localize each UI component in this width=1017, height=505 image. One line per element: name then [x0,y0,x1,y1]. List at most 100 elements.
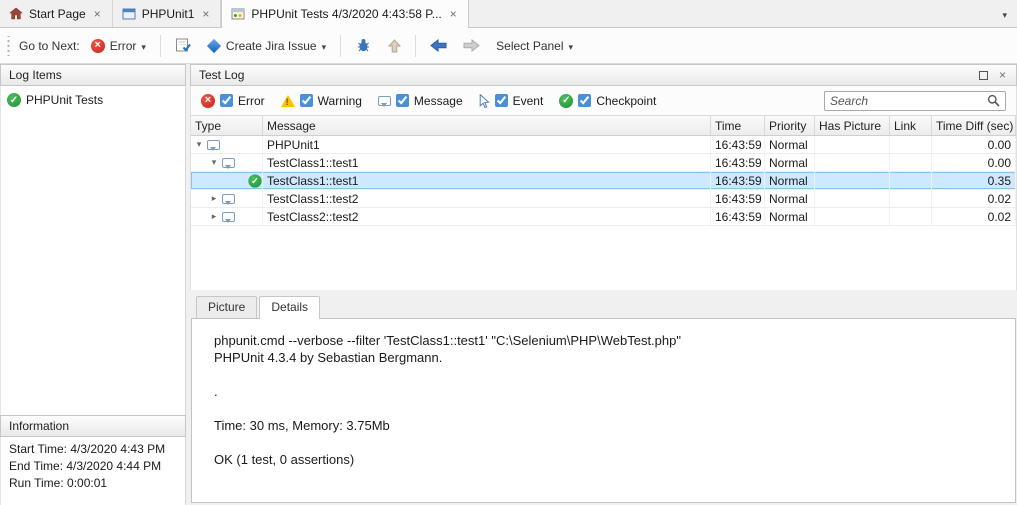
tab-picture[interactable]: Picture [196,296,257,318]
filter-message: Message [378,94,463,108]
table-row[interactable]: TestClass1::test2 16:43:59 Normal 0.02 [191,190,1016,208]
information-panel: Start Time: 4/3/2020 4:43 PM End Time: 4… [0,437,186,505]
up-arrow-icon [388,39,401,53]
close-icon[interactable] [448,7,459,21]
bug-tracking-button[interactable] [350,34,377,57]
close-icon[interactable] [200,7,211,21]
message-icon [222,194,235,204]
close-panel-icon[interactable] [997,68,1008,82]
chevron-down-icon [322,39,327,53]
next-button[interactable] [458,35,485,56]
message-checkbox[interactable] [396,94,409,107]
toolbar-separator [340,35,341,57]
table-row[interactable]: TestClass1::test1 16:43:59 Normal 0.00 [191,154,1016,172]
toolbar-separator [160,35,161,57]
table-header-row: Type Message Time Priority Has Picture L… [191,116,1016,136]
test-log-table: Type Message Time Priority Has Picture L… [190,116,1017,290]
has-picture-cell [815,172,890,189]
bug-tracking-icon [355,38,372,53]
tab-details[interactable]: Details [259,296,320,319]
tab-label: PHPUnit1 [142,7,195,21]
forward-arrow-icon [463,39,480,52]
event-checkbox[interactable] [495,94,508,107]
details-line-version: PHPUnit 4.3.4 by Sebastian Bergmann. [214,349,1005,366]
error-checkbox[interactable] [220,94,233,107]
column-header-link[interactable]: Link [890,116,932,135]
column-header-priority[interactable]: Priority [765,116,815,135]
details-line-blank [214,434,1005,451]
filter-label: Message [414,94,463,108]
tab-phpunit1[interactable]: PHPUnit1 [113,0,222,27]
time-diff-cell: 0.35 [932,172,1016,189]
message-icon [378,96,391,106]
select-panel-label: Select Panel [496,39,563,53]
report-document-icon [175,38,191,53]
collapse-expander-icon[interactable] [194,139,204,150]
table-row-selected[interactable]: TestClass1::test1 16:43:59 Normal 0.35 [191,172,1016,190]
has-picture-cell [815,190,890,207]
toolbar-grip-handle[interactable] [6,36,11,56]
details-tab-strip: Picture Details [190,293,1017,318]
expand-expander-icon[interactable] [209,193,219,204]
warning-checkbox[interactable] [300,94,313,107]
go-to-next-error-dropdown[interactable]: Error [86,35,151,57]
column-header-time-diff[interactable]: Time Diff (sec) [932,116,1016,135]
tree-item-phpunit-tests[interactable]: PHPUnit Tests [1,91,185,109]
tab-overflow-button[interactable] [992,0,1017,27]
tab-test-log[interactable]: PHPUnit Tests 4/3/2020 4:43:58 P... [221,0,468,28]
test-log-icon [231,8,245,20]
tab-start-page[interactable]: Start Page [0,0,113,27]
link-cell [890,136,932,153]
workspace: Log Items PHPUnit Tests Information Star… [0,64,1017,505]
priority-cell: Normal [765,136,815,153]
information-panel-header: Information [0,415,186,437]
go-to-next-label: Go to Next: [19,39,80,53]
filter-checkpoint: Checkpoint [559,94,656,108]
message-icon [222,158,235,168]
table-row[interactable]: PHPUnit1 16:43:59 Normal 0.00 [191,136,1016,154]
type-cell [191,208,263,225]
select-panel-dropdown[interactable]: Select Panel [491,35,578,57]
error-icon [91,39,105,53]
link-cell [890,190,932,207]
previous-button[interactable] [425,35,452,56]
test-log-title: Test Log [199,68,244,82]
end-time-text: End Time: 4/3/2020 4:44 PM [9,458,177,475]
search-icon[interactable] [987,94,1000,107]
create-jira-issue-dropdown[interactable]: Create Jira Issue [202,35,331,57]
message-icon [222,212,235,222]
collapse-expander-icon[interactable] [209,157,219,168]
undock-panel-icon[interactable] [979,71,988,80]
details-line-blank [214,366,1005,383]
error-dropdown-label: Error [110,39,137,53]
column-header-message[interactable]: Message [263,116,711,135]
checkpoint-icon [248,174,261,187]
post-issue-report-button[interactable] [170,34,196,57]
table-row[interactable]: TestClass2::test2 16:43:59 Normal 0.02 [191,208,1016,226]
message-cell: TestClass2::test2 [263,208,711,225]
close-icon[interactable] [92,7,103,21]
checkpoint-checkbox[interactable] [578,94,591,107]
search-input[interactable] [830,94,987,108]
type-cell [191,136,263,153]
column-header-type[interactable]: Type [191,116,263,135]
has-picture-cell [815,154,890,171]
type-cell [191,172,263,189]
expand-expander-icon[interactable] [209,211,219,222]
has-picture-cell [815,136,890,153]
column-header-time[interactable]: Time [711,116,765,135]
details-line-time-memory: Time: 30 ms, Memory: 3.75Mb [214,417,1005,434]
time-cell: 16:43:59 [711,208,765,225]
tab-label: PHPUnit Tests 4/3/2020 4:43:58 P... [251,7,441,21]
warning-icon [281,95,295,107]
priority-cell: Normal [765,172,815,189]
checkpoint-icon [7,93,21,107]
time-diff-cell: 0.02 [932,208,1016,225]
log-items-panel-header: Log Items [0,64,186,86]
priority-cell: Normal [765,190,815,207]
upload-results-button[interactable] [383,35,406,57]
chevron-down-icon [1002,7,1007,21]
details-line-command: phpunit.cmd --verbose --filter 'TestClas… [214,332,1005,349]
time-cell: 16:43:59 [711,172,765,189]
column-header-has-picture[interactable]: Has Picture [815,116,890,135]
